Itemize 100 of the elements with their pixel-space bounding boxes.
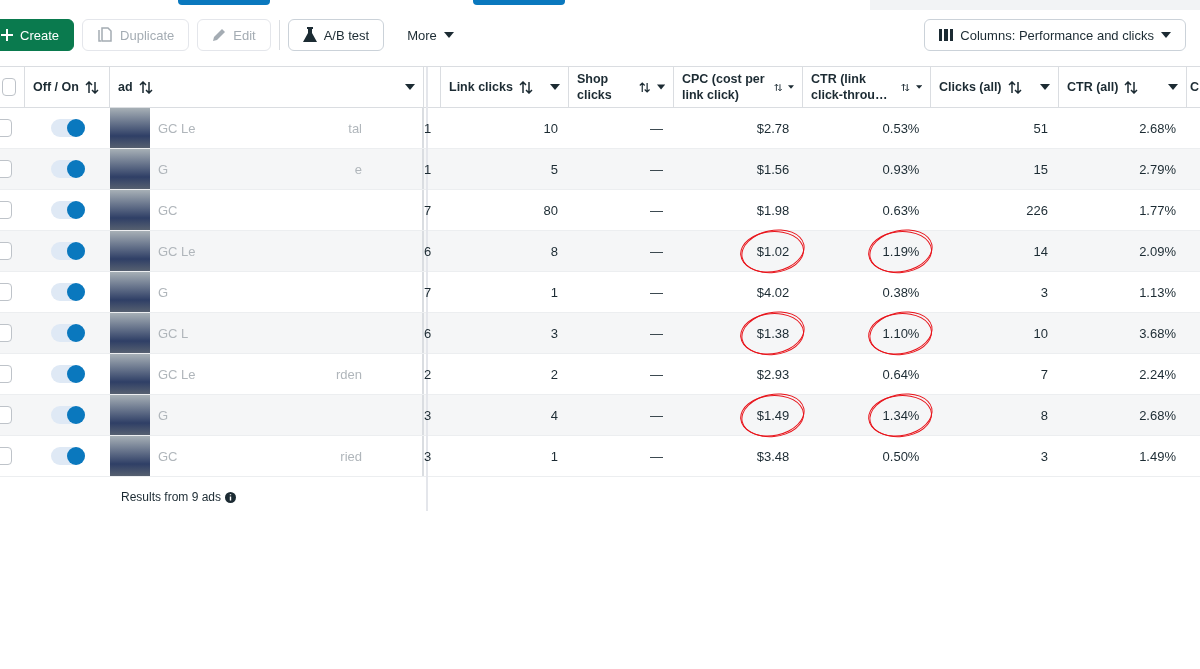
- columns-icon: [939, 29, 954, 41]
- table-cell: 4: [550, 407, 558, 423]
- table-cell: 51: [1033, 120, 1048, 136]
- caret-icon: [915, 84, 922, 90]
- table-cell: 226: [1026, 202, 1048, 218]
- table-cell: —: [650, 284, 663, 300]
- column-header[interactable]: CPC (cost per link click): [674, 67, 803, 107]
- toolbar-button[interactable]: Create: [0, 19, 75, 51]
- caret-icon: [656, 84, 665, 90]
- table-cell-text: 0.63%: [881, 201, 921, 220]
- table-cell-text: 0.64%: [881, 365, 921, 384]
- toggle-switch[interactable]: [51, 201, 85, 219]
- plus-icon: [1, 29, 13, 41]
- ad-name: rden: [335, 366, 363, 382]
- toggle-switch[interactable]: [51, 160, 85, 178]
- column-header[interactable]: Shop clicks: [569, 67, 674, 107]
- ad-name: GC L: [158, 325, 189, 341]
- table-cell: 10: [1033, 325, 1048, 341]
- select-all-checkbox[interactable]: [2, 78, 16, 96]
- caret-icon: [443, 32, 454, 38]
- toggle-switch[interactable]: [51, 406, 85, 424]
- table-cell: 2.79%: [1139, 161, 1176, 177]
- table-cell: 1: [550, 448, 558, 464]
- photo-placeholder: [110, 354, 150, 394]
- table-cell: 3: [424, 407, 432, 423]
- column-header[interactable]: C: [1187, 67, 1200, 107]
- table-cell: 7: [1040, 366, 1048, 382]
- table-cell-text: $2.93: [755, 365, 791, 384]
- column-header[interactable]: Off / On: [25, 67, 110, 107]
- table-cell: —: [650, 366, 663, 382]
- table-cell: 2: [550, 366, 558, 382]
- table-cell: 1.34%: [867, 391, 935, 439]
- table-cell: 5: [550, 161, 558, 177]
- table-cell: 8: [1040, 407, 1048, 423]
- table-cell: 3: [550, 325, 558, 341]
- table-cell-text: $1.98: [755, 201, 791, 220]
- ad-name: G: [158, 407, 169, 423]
- column-header[interactable]: Link clicks: [441, 67, 569, 107]
- table-cell: 6: [424, 325, 432, 341]
- table-cell-text: $2.78: [755, 119, 791, 138]
- table-cell: $1.02: [739, 227, 807, 275]
- sort-icon[interactable]: [518, 80, 533, 94]
- column-header[interactable]: ad: [110, 67, 424, 107]
- photo-placeholder: [110, 395, 150, 435]
- photo-placeholder: [110, 436, 150, 476]
- table-cell: 1.49%: [1139, 448, 1176, 464]
- ad-name: ried: [340, 448, 363, 464]
- toolbar-button[interactable]: A/B test: [287, 19, 385, 51]
- table-cell: 80: [543, 202, 558, 218]
- toggle-switch[interactable]: [51, 283, 85, 301]
- photo-placeholder: [110, 149, 150, 189]
- table-cell: —: [650, 202, 663, 218]
- pencil-icon: [212, 28, 227, 42]
- table-cell: 2.68%: [1139, 407, 1176, 423]
- table-cell: 1.13%: [1139, 284, 1176, 300]
- results-summary: Results from 9 ads: [121, 490, 222, 504]
- photo-placeholder: [110, 231, 150, 271]
- info-icon[interactable]: [225, 491, 237, 503]
- table-cell: 10: [543, 120, 558, 136]
- caret-icon: [550, 84, 560, 90]
- photo-placeholder: [110, 108, 150, 148]
- toggle-switch[interactable]: [51, 119, 85, 137]
- toggle-switch[interactable]: [51, 324, 85, 342]
- photo-placeholder: [110, 190, 150, 230]
- sort-icon[interactable]: [138, 80, 153, 94]
- table-cell: —: [650, 161, 663, 177]
- ad-name: GC: [158, 448, 178, 464]
- table-cell: —: [650, 120, 663, 136]
- caret-icon: [405, 84, 415, 90]
- sort-icon[interactable]: [639, 80, 651, 94]
- table-cell: 3: [1040, 284, 1048, 300]
- sort-icon[interactable]: [1007, 80, 1022, 94]
- table-cell: 3.68%: [1139, 325, 1176, 341]
- table-cell: —: [650, 407, 663, 423]
- flask-icon: [302, 27, 317, 43]
- column-header[interactable]: CTR (all): [1059, 67, 1187, 107]
- table-cell: —: [650, 325, 663, 341]
- columns-button[interactable]: Columns: Performance and clicks: [924, 19, 1186, 51]
- table-cell-text: 0.38%: [881, 283, 921, 302]
- photo-placeholder: [110, 272, 150, 312]
- table-cell: —: [650, 448, 663, 464]
- copy-icon: [97, 27, 114, 43]
- table-cell: —: [650, 243, 663, 259]
- toggle-switch[interactable]: [51, 242, 85, 260]
- sort-icon[interactable]: [84, 80, 99, 94]
- table-cell: 8: [550, 243, 558, 259]
- table-cell: 6: [424, 243, 432, 259]
- caret-icon: [1161, 32, 1171, 38]
- column-header[interactable]: CTR (link click-throu…: [803, 67, 931, 107]
- table-cell-text: $1.56: [755, 160, 791, 179]
- table-cell-text: 0.53%: [881, 119, 921, 138]
- toggle-switch[interactable]: [51, 447, 85, 465]
- table-cell: 2.24%: [1139, 366, 1176, 382]
- column-header[interactable]: Clicks (all): [931, 67, 1059, 107]
- table-cell: 3: [424, 448, 432, 464]
- ad-name: G: [158, 161, 169, 177]
- table-cell: 2.68%: [1139, 120, 1176, 136]
- toggle-switch[interactable]: [51, 365, 85, 383]
- photo-placeholder: [110, 313, 150, 353]
- sort-icon[interactable]: [1124, 80, 1139, 94]
